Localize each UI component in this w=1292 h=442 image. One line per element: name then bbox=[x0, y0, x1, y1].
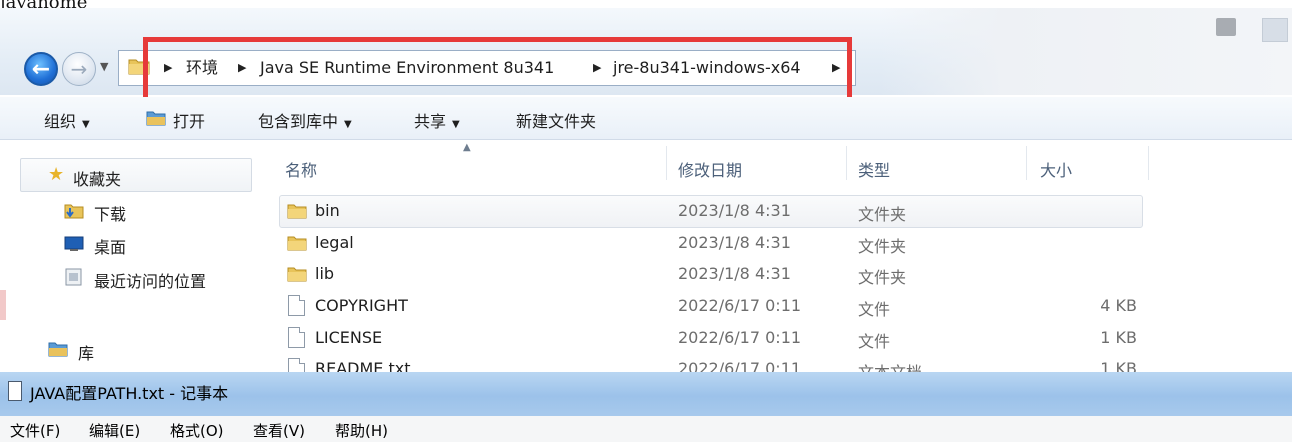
file-name: COPYRIGHT bbox=[315, 296, 408, 315]
table-row[interactable]: bin 2023/1/8 4:31 文件夹 bbox=[0, 199, 1292, 225]
file-name: legal bbox=[315, 233, 354, 252]
file-name: README.txt bbox=[315, 359, 411, 372]
table-row[interactable]: README.txt 2022/6/17 0:11 文本文档 1 KB bbox=[0, 357, 1292, 372]
sidebar-label-favorites: 收藏夹 bbox=[73, 170, 122, 189]
column-divider[interactable] bbox=[1026, 146, 1027, 180]
include-in-library-button[interactable]: 包含到库中 ▼ bbox=[258, 108, 352, 132]
folder-icon bbox=[287, 267, 307, 282]
menu-help[interactable]: 帮助(H) bbox=[335, 420, 388, 441]
table-row[interactable]: LICENSE 2022/6/17 0:11 文件 1 KB bbox=[0, 326, 1292, 352]
window-control-icon bbox=[1216, 18, 1236, 36]
file-date: 2023/1/8 4:31 bbox=[678, 264, 791, 283]
column-divider[interactable] bbox=[846, 146, 847, 180]
history-dropdown-icon[interactable]: ▼ bbox=[100, 60, 112, 80]
folder-icon bbox=[287, 204, 307, 219]
file-type: 文件 bbox=[858, 332, 891, 351]
highlight-box bbox=[143, 37, 852, 105]
file-date: 2022/6/17 0:11 bbox=[678, 296, 802, 315]
chevron-down-icon: ▼ bbox=[82, 119, 90, 130]
forward-arrow-icon: → bbox=[70, 57, 88, 81]
file-size: 1 KB bbox=[1100, 328, 1137, 347]
column-header-date[interactable]: 修改日期 bbox=[678, 157, 742, 181]
column-header-size[interactable]: 大小 bbox=[1040, 157, 1072, 181]
file-size: 4 KB bbox=[1100, 296, 1137, 315]
file-name: bin bbox=[315, 201, 340, 220]
star-icon: ★ bbox=[48, 164, 65, 185]
menu-view[interactable]: 查看(V) bbox=[253, 420, 305, 441]
organize-label: 组织 bbox=[44, 112, 77, 131]
share-button[interactable]: 共享 ▼ bbox=[414, 108, 460, 132]
file-type: 文件 bbox=[858, 300, 891, 319]
open-folder-icon bbox=[146, 111, 166, 126]
back-arrow-icon: ← bbox=[31, 56, 51, 82]
open-button[interactable]: 打开 bbox=[173, 108, 205, 132]
column-divider[interactable] bbox=[666, 146, 667, 180]
menu-format[interactable]: 格式(O) bbox=[170, 420, 224, 441]
back-button[interactable]: ← bbox=[24, 52, 58, 86]
new-folder-button[interactable]: 新建文件夹 bbox=[516, 108, 596, 132]
file-date: 2023/1/8 4:31 bbox=[678, 233, 791, 252]
column-header-name[interactable]: 名称 bbox=[285, 157, 317, 181]
file-type: 文件夹 bbox=[858, 205, 907, 224]
column-divider[interactable] bbox=[1148, 146, 1149, 180]
file-type: 文本文档 bbox=[858, 359, 922, 372]
column-header-type[interactable]: 类型 bbox=[858, 157, 890, 181]
file-name: lib bbox=[315, 264, 335, 283]
file-date: 2022/6/17 0:11 bbox=[678, 359, 802, 372]
file-type: 文件夹 bbox=[858, 268, 907, 287]
menu-edit[interactable]: 编辑(E) bbox=[89, 420, 140, 441]
table-row[interactable]: COPYRIGHT 2022/6/17 0:11 文件 4 KB bbox=[0, 294, 1292, 320]
file-date: 2023/1/8 4:31 bbox=[678, 201, 791, 220]
chevron-down-icon: ▼ bbox=[452, 119, 460, 130]
file-type: 文件夹 bbox=[858, 237, 907, 256]
sort-ascending-icon: ▲ bbox=[463, 142, 471, 153]
file-name: LICENSE bbox=[315, 328, 383, 347]
window-control-icon bbox=[1262, 18, 1288, 42]
chevron-down-icon: ▼ bbox=[344, 119, 352, 130]
forward-button[interactable]: → bbox=[62, 52, 96, 86]
folder-icon bbox=[287, 236, 307, 251]
table-row[interactable]: legal 2023/1/8 4:31 文件夹 bbox=[0, 231, 1292, 257]
include-label: 包含到库中 bbox=[258, 112, 339, 131]
table-row[interactable]: lib 2023/1/8 4:31 文件夹 bbox=[0, 262, 1292, 288]
organize-button[interactable]: 组织 ▼ bbox=[44, 108, 90, 132]
notepad-window-title: JAVA配置PATH.txt - 记事本 bbox=[30, 384, 229, 403]
notepad-icon bbox=[8, 381, 22, 401]
menu-file[interactable]: 文件(F) bbox=[10, 420, 60, 441]
file-icon bbox=[288, 327, 305, 348]
share-label: 共享 bbox=[414, 112, 447, 131]
file-size: 1 KB bbox=[1100, 359, 1137, 372]
text-file-icon bbox=[288, 358, 305, 372]
file-date: 2022/6/17 0:11 bbox=[678, 328, 802, 347]
file-icon bbox=[288, 295, 305, 316]
